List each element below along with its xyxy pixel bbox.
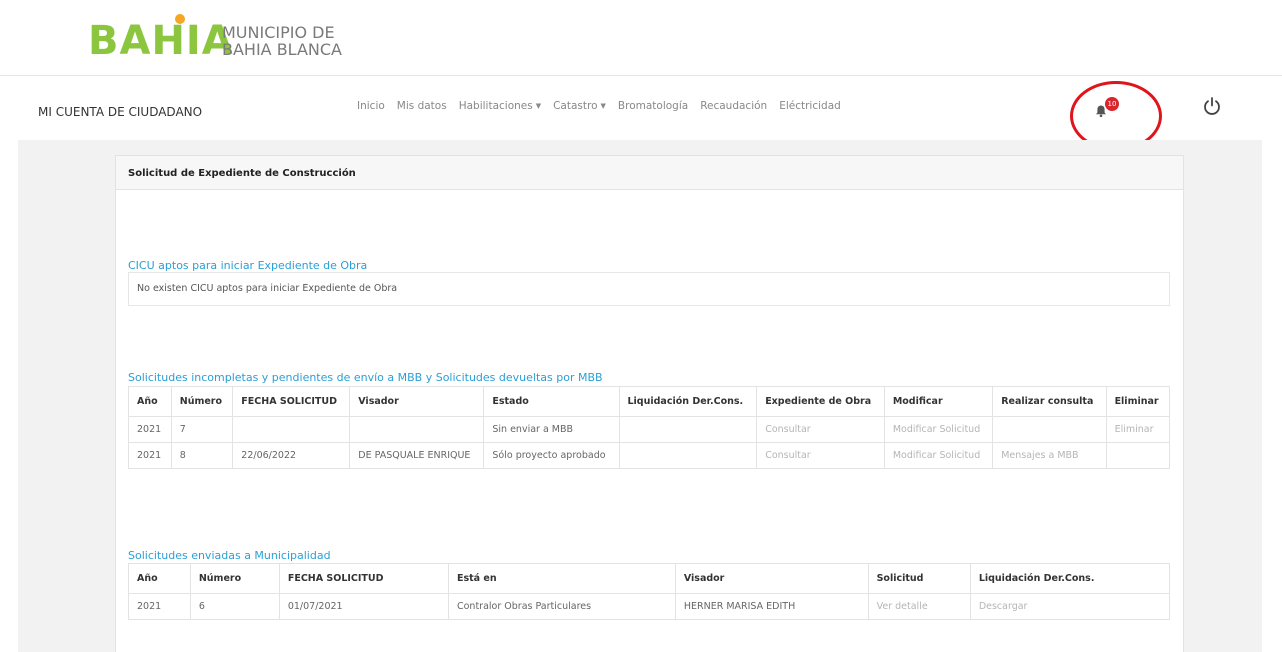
col-header: Solicitud (867, 563, 971, 594)
expediente-card: Solicitud de Expediente de Construcción … (115, 155, 1184, 652)
cell-numero: 7 (170, 416, 234, 443)
cell-numero: 6 (189, 593, 280, 620)
table-header-row: Año Número FECHA SOLICITUD Está en Visad… (128, 563, 1171, 594)
cell-liquidacion (618, 416, 758, 443)
nav-link-mis-datos[interactable]: Mis datos (397, 100, 447, 112)
nav-link-inicio[interactable]: Inicio (357, 100, 385, 112)
col-header: Eliminar (1105, 386, 1171, 417)
logo-subtitle: MUNICIPIO DE BAHIA BLANCA (222, 24, 342, 58)
realizar-consulta-cell (992, 416, 1107, 443)
table-row: 2021 7 Sin enviar a MBB Consultar Modifi… (128, 416, 1171, 443)
card-title: Solicitud de Expediente de Construcción (116, 156, 1183, 190)
power-icon[interactable] (1202, 96, 1222, 116)
consultar-link[interactable]: Consultar (756, 442, 885, 469)
col-header: Modificar (883, 386, 994, 417)
col-header: Año (128, 386, 172, 417)
logo-dot (175, 14, 185, 24)
col-header: Año (128, 563, 191, 594)
table-row: 2021 6 01/07/2021 Contralor Obras Partic… (128, 593, 1171, 620)
cell-estado: Sin enviar a MBB (483, 416, 620, 443)
nav-links: Inicio Mis datos Habilitaciones ▼ Catastr… (357, 100, 841, 112)
eliminar-cell (1105, 442, 1171, 469)
col-header: Expediente de Obra (756, 386, 885, 417)
col-header: Visador (674, 563, 869, 594)
eliminar-link[interactable]: Eliminar (1105, 416, 1171, 443)
cell-fecha: 22/06/2022 (232, 442, 351, 469)
cell-esta-en: Contralor Obras Particulares (447, 593, 676, 620)
col-header: Realizar consulta (992, 386, 1107, 417)
col-header: Estado (483, 386, 620, 417)
caret-down-icon: ▼ (600, 102, 606, 110)
nav-link-electricidad[interactable]: Eléctricidad (779, 100, 841, 112)
nav-brand[interactable]: MI CUENTA DE CIUDADANO (38, 105, 202, 119)
pending-section-title: Solicitudes incompletas y pendientes de … (128, 371, 603, 384)
cell-ano: 2021 (128, 593, 191, 620)
cell-visador: DE PASQUALE ENRIQUE (349, 442, 485, 469)
nav-link-label: Catastro (553, 100, 598, 112)
caret-down-icon: ▼ (535, 102, 542, 110)
nav-link-bromatologia[interactable]: Bromatología (618, 100, 688, 112)
cell-visador (349, 416, 485, 443)
col-header: Número (189, 563, 280, 594)
logo-subtitle-line1: MUNICIPIO DE (222, 23, 335, 42)
col-header: FECHA SOLICITUD (232, 386, 351, 417)
nav-link-habilitaciones[interactable]: Habilitaciones ▼ (459, 100, 541, 112)
col-header: Liquidación Der.Cons. (969, 563, 1171, 594)
descargar-link[interactable]: Descargar (969, 593, 1171, 620)
nav-link-label: Habilitaciones (458, 100, 533, 112)
modificar-solicitud-link[interactable]: Modificar Solicitud (883, 442, 994, 469)
modificar-solicitud-link[interactable]: Modificar Solicitud (883, 416, 994, 443)
col-header: Está en (447, 563, 676, 594)
table-header-row: Año Número FECHA SOLICITUD Visador Estad… (128, 386, 1171, 417)
cicu-empty-message: No existen CICU aptos para iniciar Exped… (128, 272, 1170, 306)
cell-ano: 2021 (128, 442, 172, 469)
col-header: FECHA SOLICITUD (278, 563, 449, 594)
cell-numero: 8 (170, 442, 234, 469)
pending-table: Año Número FECHA SOLICITUD Visador Estad… (128, 386, 1171, 469)
cell-fecha: 01/07/2021 (278, 593, 449, 620)
cell-visador: HERNER MARISA EDITH (674, 593, 869, 620)
logo-bar: BAHIA MUNICIPIO DE BAHIA BLANCA (0, 0, 1282, 76)
cicu-section-title: CICU aptos para iniciar Expediente de Ob… (128, 259, 368, 272)
col-header: Visador (349, 386, 485, 417)
consultar-link[interactable]: Consultar (756, 416, 885, 443)
table-row: 2021 8 22/06/2022 DE PASQUALE ENRIQUE Só… (128, 442, 1171, 469)
cell-fecha (232, 416, 351, 443)
cell-estado: Sólo proyecto aprobado (483, 442, 620, 469)
col-header: Número (170, 386, 234, 417)
cell-liquidacion (618, 442, 758, 469)
logo[interactable]: BAHIA (88, 20, 234, 62)
logo-subtitle-line2: BAHIA BLANCA (222, 40, 342, 59)
cell-ano: 2021 (128, 416, 172, 443)
nav-link-catastro[interactable]: Catastro ▼ (553, 100, 606, 112)
col-header: Liquidación Der.Cons. (618, 386, 758, 417)
ver-detalle-link[interactable]: Ver detalle (867, 593, 971, 620)
mensajes-mbb-link[interactable]: Mensajes a MBB (992, 442, 1107, 469)
empty-message-text: No existen CICU aptos para iniciar Exped… (137, 283, 398, 294)
sent-table: Año Número FECHA SOLICITUD Está en Visad… (128, 563, 1171, 620)
sent-section-title: Solicitudes enviadas a Municipalidad (128, 549, 331, 562)
nav-link-recaudacion[interactable]: Recaudación (700, 100, 767, 112)
